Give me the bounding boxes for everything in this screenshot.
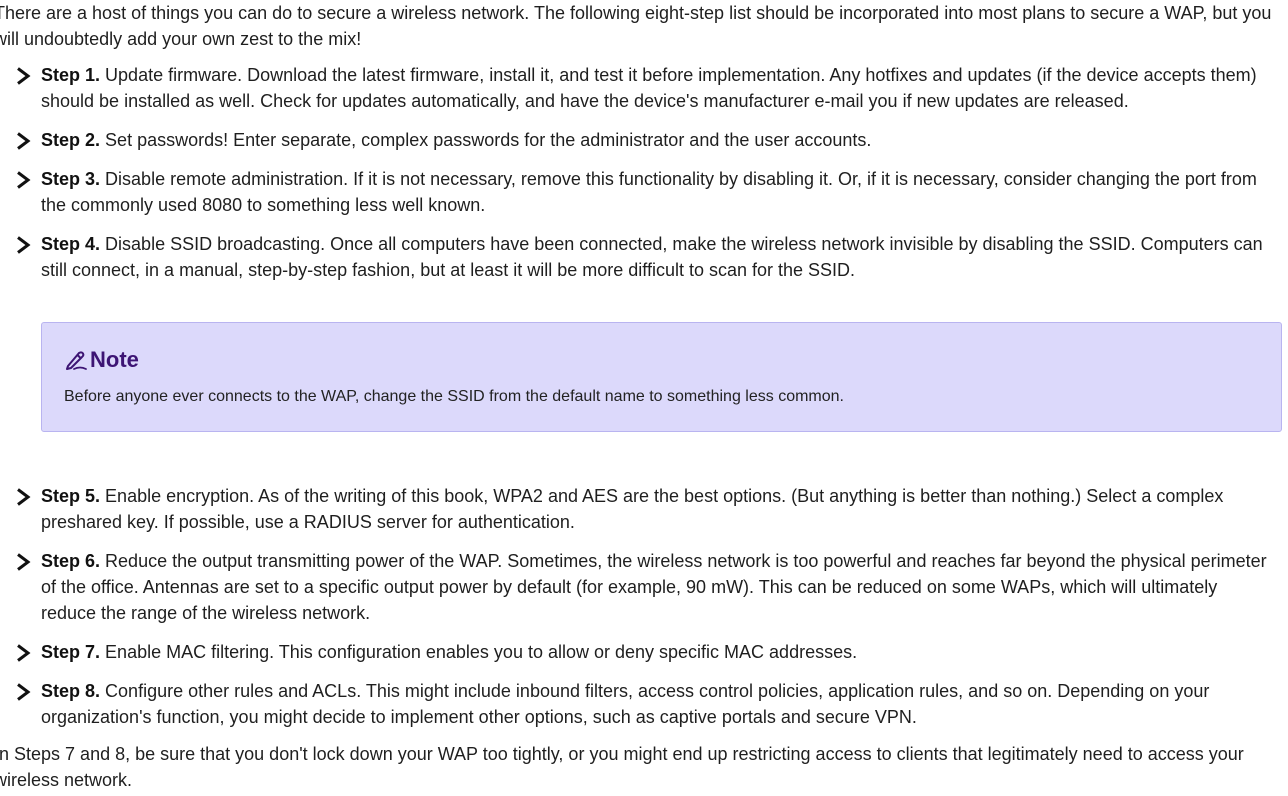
- step-item-2: Step 2. Set passwords! Enter separate, c…: [0, 127, 1288, 153]
- step-text: Update firmware. Download the latest fir…: [41, 65, 1257, 111]
- step-label: Step 3.: [41, 169, 101, 189]
- step-text: Disable SSID broadcasting. Once all comp…: [41, 234, 1263, 280]
- step-label: Step 5.: [41, 486, 101, 506]
- note-title: Note: [90, 347, 139, 372]
- step-label: Step 2.: [41, 130, 101, 150]
- step-text: Set passwords! Enter separate, complex p…: [105, 130, 872, 150]
- step-item-8: Step 8. Configure other rules and ACLs. …: [0, 678, 1288, 730]
- step-item-6: Step 6. Reduce the output transmitting p…: [0, 548, 1288, 626]
- chevron-right-icon: [17, 236, 31, 254]
- chevron-right-icon: [17, 488, 31, 506]
- steps-list-part-2: Step 5. Enable encryption. As of the wri…: [0, 483, 1288, 743]
- chevron-right-icon: [17, 644, 31, 662]
- step-item-4: Step 4. Disable SSID broadcasting. Once …: [0, 231, 1288, 283]
- pen-icon: [66, 351, 87, 370]
- steps-list-part-1: Step 1. Update firmware. Download the la…: [0, 62, 1288, 296]
- step-item-3: Step 3. Disable remote administration. I…: [0, 166, 1288, 218]
- document-page: There are a host of things you can do to…: [0, 0, 1288, 796]
- chevron-right-icon: [17, 683, 31, 701]
- outro-paragraph: In Steps 7 and 8, be sure that you don't…: [0, 744, 1244, 790]
- chevron-right-icon: [17, 67, 31, 85]
- step-label: Step 7.: [41, 642, 101, 662]
- chevron-right-icon: [17, 132, 31, 150]
- chevron-right-icon: [17, 171, 31, 189]
- step-text: Configure other rules and ACLs. This mig…: [41, 681, 1210, 727]
- step-text: Enable MAC filtering. This configuration…: [105, 642, 858, 662]
- step-label: Step 6.: [41, 551, 101, 571]
- step-label: Step 4.: [41, 234, 101, 254]
- step-item-1: Step 1. Update firmware. Download the la…: [0, 62, 1288, 114]
- note-text: Before anyone ever connects to the WAP, …: [64, 388, 844, 405]
- intro-paragraph: There are a host of things you can do to…: [0, 3, 1272, 49]
- step-item-5: Step 5. Enable encryption. As of the wri…: [0, 483, 1288, 535]
- step-text: Reduce the output transmitting power of …: [41, 551, 1267, 623]
- step-label: Step 1.: [41, 65, 101, 85]
- chevron-right-icon: [17, 553, 31, 571]
- note-header: Note: [64, 347, 139, 373]
- step-item-7: Step 7. Enable MAC filtering. This confi…: [0, 639, 1288, 665]
- step-text: Enable encryption. As of the writing of …: [41, 486, 1224, 532]
- note-callout: Note Before anyone ever connects to the …: [41, 322, 1282, 432]
- step-text: Disable remote administration. If it is …: [41, 169, 1257, 215]
- step-label: Step 8.: [41, 681, 101, 701]
